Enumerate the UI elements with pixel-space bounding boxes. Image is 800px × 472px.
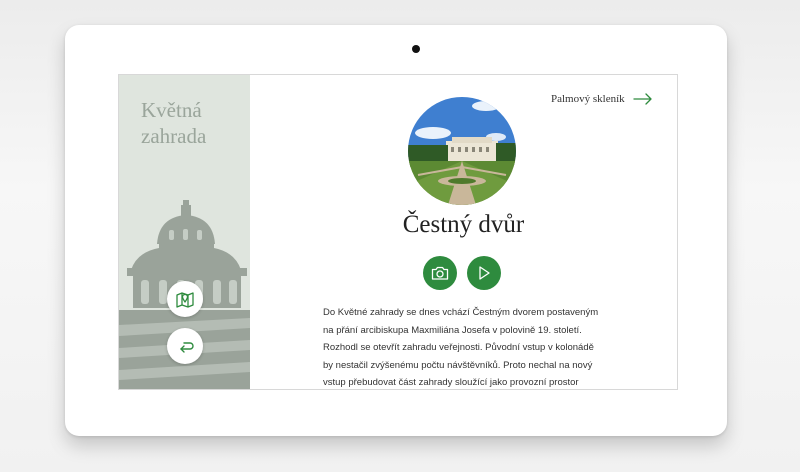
arrow-right-icon xyxy=(632,93,652,105)
map-pin-icon xyxy=(176,292,194,308)
app-screen: Květná zahrada Palmový skleník Čestný dv… xyxy=(118,74,678,390)
return-arrow-icon xyxy=(180,342,194,353)
sidebar: Květná zahrada xyxy=(119,75,250,389)
play-icon xyxy=(479,266,490,280)
sidebar-title-line1: Květná xyxy=(141,98,202,122)
sidebar-title: Květná zahrada xyxy=(141,97,241,149)
location-photo xyxy=(408,97,516,205)
tablet-frame: Květná zahrada Palmový skleník Čestný dv… xyxy=(65,25,727,436)
play-audio-button[interactable] xyxy=(467,256,501,290)
page-title: Čestný dvůr xyxy=(402,211,525,238)
map-button[interactable] xyxy=(167,281,203,317)
location-description: Do Květné zahrady se dnes vchází Čestným… xyxy=(323,307,599,389)
back-button[interactable] xyxy=(167,328,203,364)
main-content: Palmový skleník Čestný dvůr Do Květné za… xyxy=(250,75,677,389)
camera-dot xyxy=(412,45,420,53)
next-location-link[interactable]: Palmový skleník xyxy=(551,93,653,105)
next-location-label: Palmový skleník xyxy=(551,93,625,105)
sidebar-title-line2: zahrada xyxy=(141,124,207,148)
camera-icon xyxy=(431,266,449,280)
gallery-button[interactable] xyxy=(423,256,457,290)
